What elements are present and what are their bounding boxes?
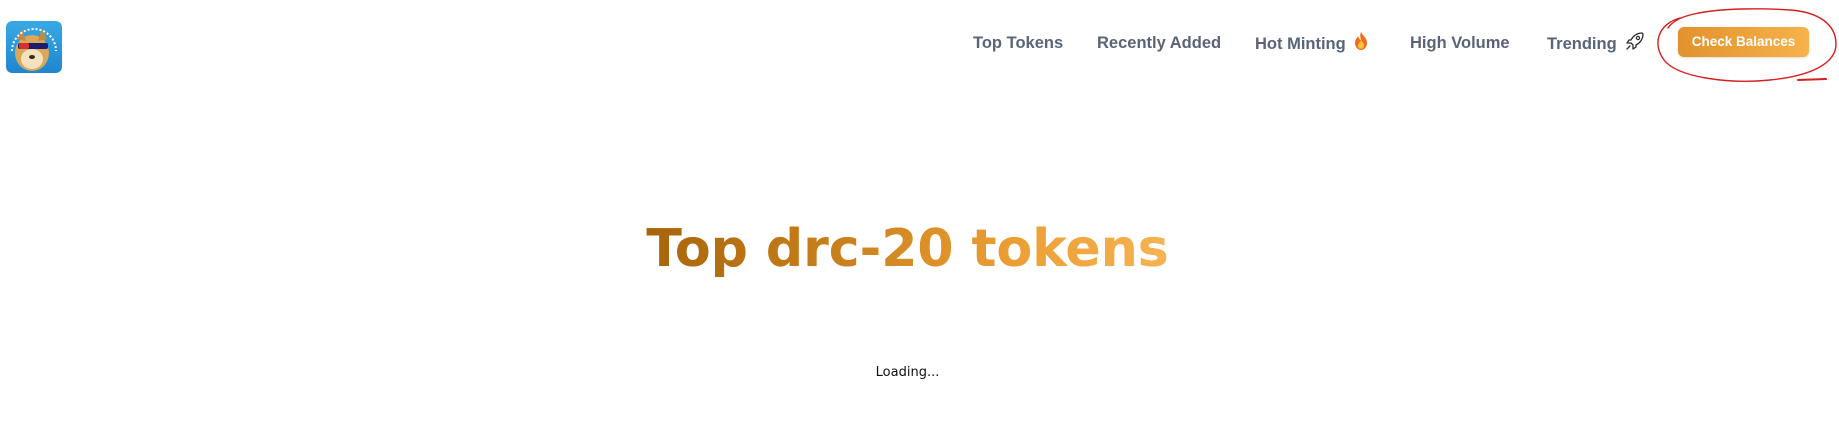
nav-trending[interactable]: Trending (1547, 31, 1645, 58)
rocket-icon (1625, 31, 1645, 58)
header: Top Tokens Recently Added Hot Minting Hi… (0, 0, 1839, 90)
check-balances-button[interactable]: Check Balances (1678, 27, 1809, 57)
site-logo[interactable] (6, 21, 62, 73)
nav-top-tokens[interactable]: Top Tokens (973, 31, 1063, 55)
page-title-text: Top drc-20 tokens (646, 214, 1168, 284)
nav-label: High Volume (1410, 34, 1510, 52)
fire-icon (1354, 31, 1368, 58)
nav-recently-added[interactable]: Recently Added (1097, 31, 1221, 55)
nav-label: Hot Minting (1255, 34, 1346, 53)
loading-indicator: Loading... (875, 365, 940, 380)
nav-label: Trending (1547, 34, 1617, 53)
nav-high-volume[interactable]: High Volume (1410, 31, 1510, 55)
page: Top Tokens Recently Added Hot Minting Hi… (0, 0, 1839, 426)
doge-logo-icon (6, 21, 62, 73)
nav-label: Recently Added (1097, 34, 1222, 52)
page-title: Top drc-20 tokens (0, 214, 1815, 284)
nav-hot-minting[interactable]: Hot Minting (1255, 31, 1368, 58)
nav-label: Top Tokens (973, 34, 1064, 52)
